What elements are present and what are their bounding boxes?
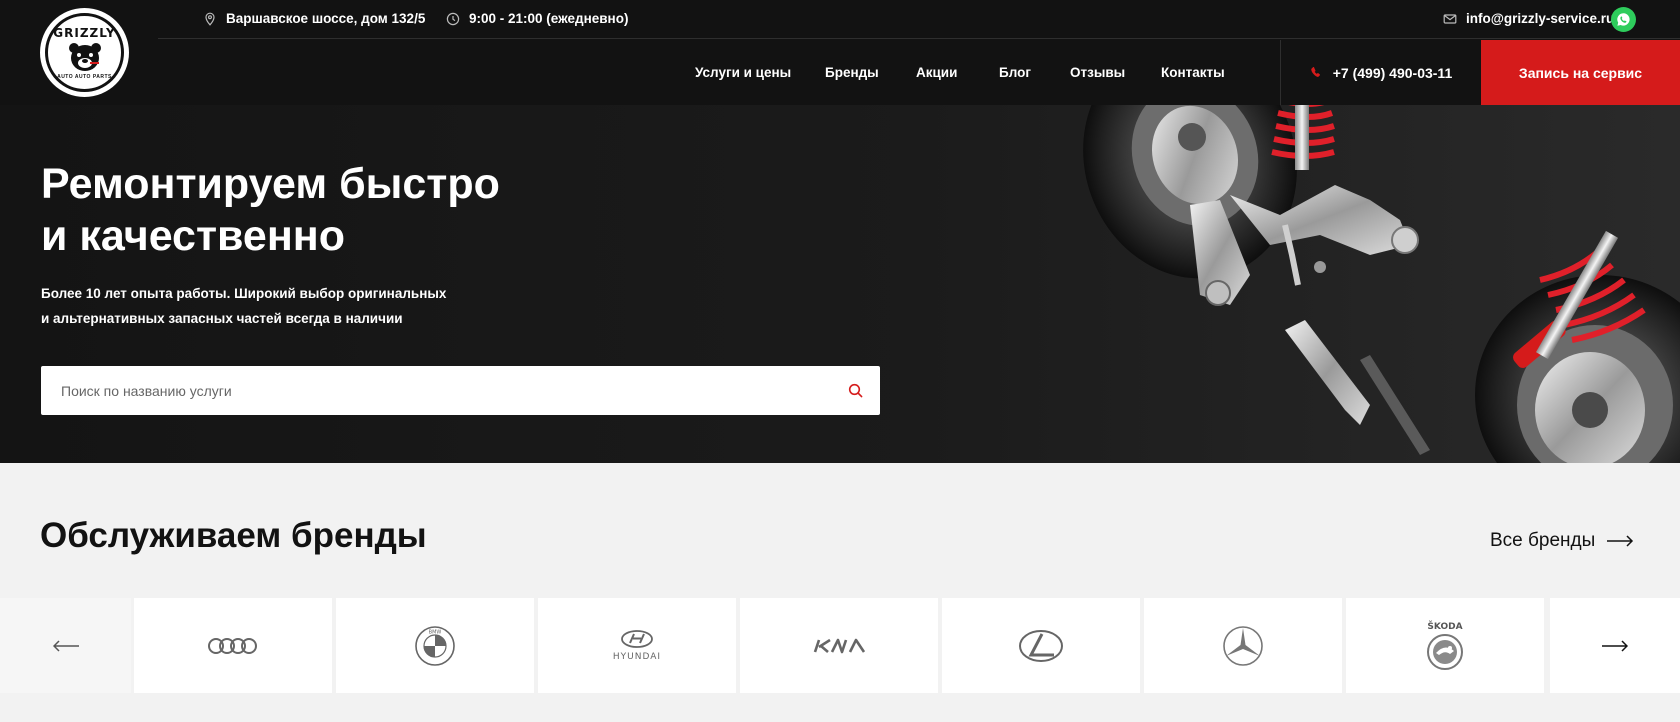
mail-icon [1443,13,1457,24]
hours-text: 9:00 - 21:00 (ежедневно) [469,11,629,26]
hyundai-logo-icon: HYUNDAI [613,629,661,662]
search-icon[interactable] [830,366,880,415]
location-pin-icon [205,12,215,26]
skoda-logo-icon: ŠKODA [1427,620,1463,670]
address-info: Варшавское шоссе, дом 132/5 [203,11,425,26]
arrow-right-icon [1602,639,1628,652]
brand-card-hyundai[interactable]: HYUNDAI [538,598,736,693]
clock-icon [446,12,460,25]
hero-subtitle: Более 10 лет опыта работы. Широкий выбор… [41,286,447,326]
brand-card-mercedes[interactable] [1144,598,1342,693]
brand-card-bmw[interactable]: BMW [336,598,534,693]
service-search [41,366,880,415]
bmw-logo-icon: BMW [415,625,455,666]
nav-brands[interactable]: Бренды [825,65,879,80]
email-text: info@grizzly-service.ru [1466,11,1615,26]
header-topbar: Варшавское шоссе, дом 132/5 9:00 - 21:00… [158,0,1680,39]
svg-text:ŠKODA: ŠKODA [1427,620,1462,632]
search-input[interactable] [41,366,830,415]
nav-blog[interactable]: Блог [999,65,1031,80]
brand-card-skoda[interactable]: ŠKODA [1346,598,1544,693]
all-brands-label: Все бренды [1490,530,1596,551]
nav-reviews[interactable]: Отзывы [1070,65,1125,80]
hero-title: Ремонтируем быстро и качественно [41,160,500,260]
phone-link[interactable]: +7 (499) 490-03-11 [1280,40,1481,105]
brand-card-audi[interactable] [134,598,332,693]
whatsapp-icon[interactable] [1611,7,1636,32]
suspension-image [1083,105,1680,463]
hero-section: Ремонтируем быстро и качественно Более 1… [0,105,1680,463]
carousel-prev-button[interactable] [0,598,131,693]
logo-wordmark: GRIZZLY [53,25,116,40]
arrow-right-icon [1607,535,1634,547]
hours-info: 9:00 - 21:00 (ежедневно) [446,11,628,26]
svg-text:HYUNDAI: HYUNDAI [613,652,661,662]
email-link[interactable]: info@grizzly-service.ru [1443,11,1614,26]
carousel-next-button[interactable] [1550,598,1680,693]
brand-card-kia[interactable] [740,598,938,693]
book-service-button[interactable]: Запись на сервис [1481,40,1680,105]
site-header: GRIZZLY AUTO AUTO PARTS Варшавское шоссе… [0,0,1680,105]
nav-promotions[interactable]: Акции [916,65,957,80]
brands-heading: Обслуживаем бренды [40,516,427,555]
arrow-left-icon [52,639,79,652]
brands-carousel: BMW HYUNDAI ŠKODA [0,598,1680,693]
brand-card-lexus[interactable] [942,598,1140,693]
lexus-logo-icon [1019,629,1063,662]
phone-icon [1311,66,1320,77]
all-brands-link[interactable]: Все бренды [1490,530,1634,552]
main-nav: Услуги и цены Бренды Акции Блог Отзывы К… [0,40,1280,105]
nav-services[interactable]: Услуги и цены [695,65,791,80]
svg-text:BMW: BMW [429,629,442,635]
audi-logo-icon [208,637,257,654]
nav-contacts[interactable]: Контакты [1161,65,1225,80]
kia-logo-icon [813,638,866,653]
phone-text: +7 (499) 490-03-11 [1332,64,1453,81]
address-text: Варшавское шоссе, дом 132/5 [226,11,426,26]
mercedes-logo-icon [1223,625,1263,666]
